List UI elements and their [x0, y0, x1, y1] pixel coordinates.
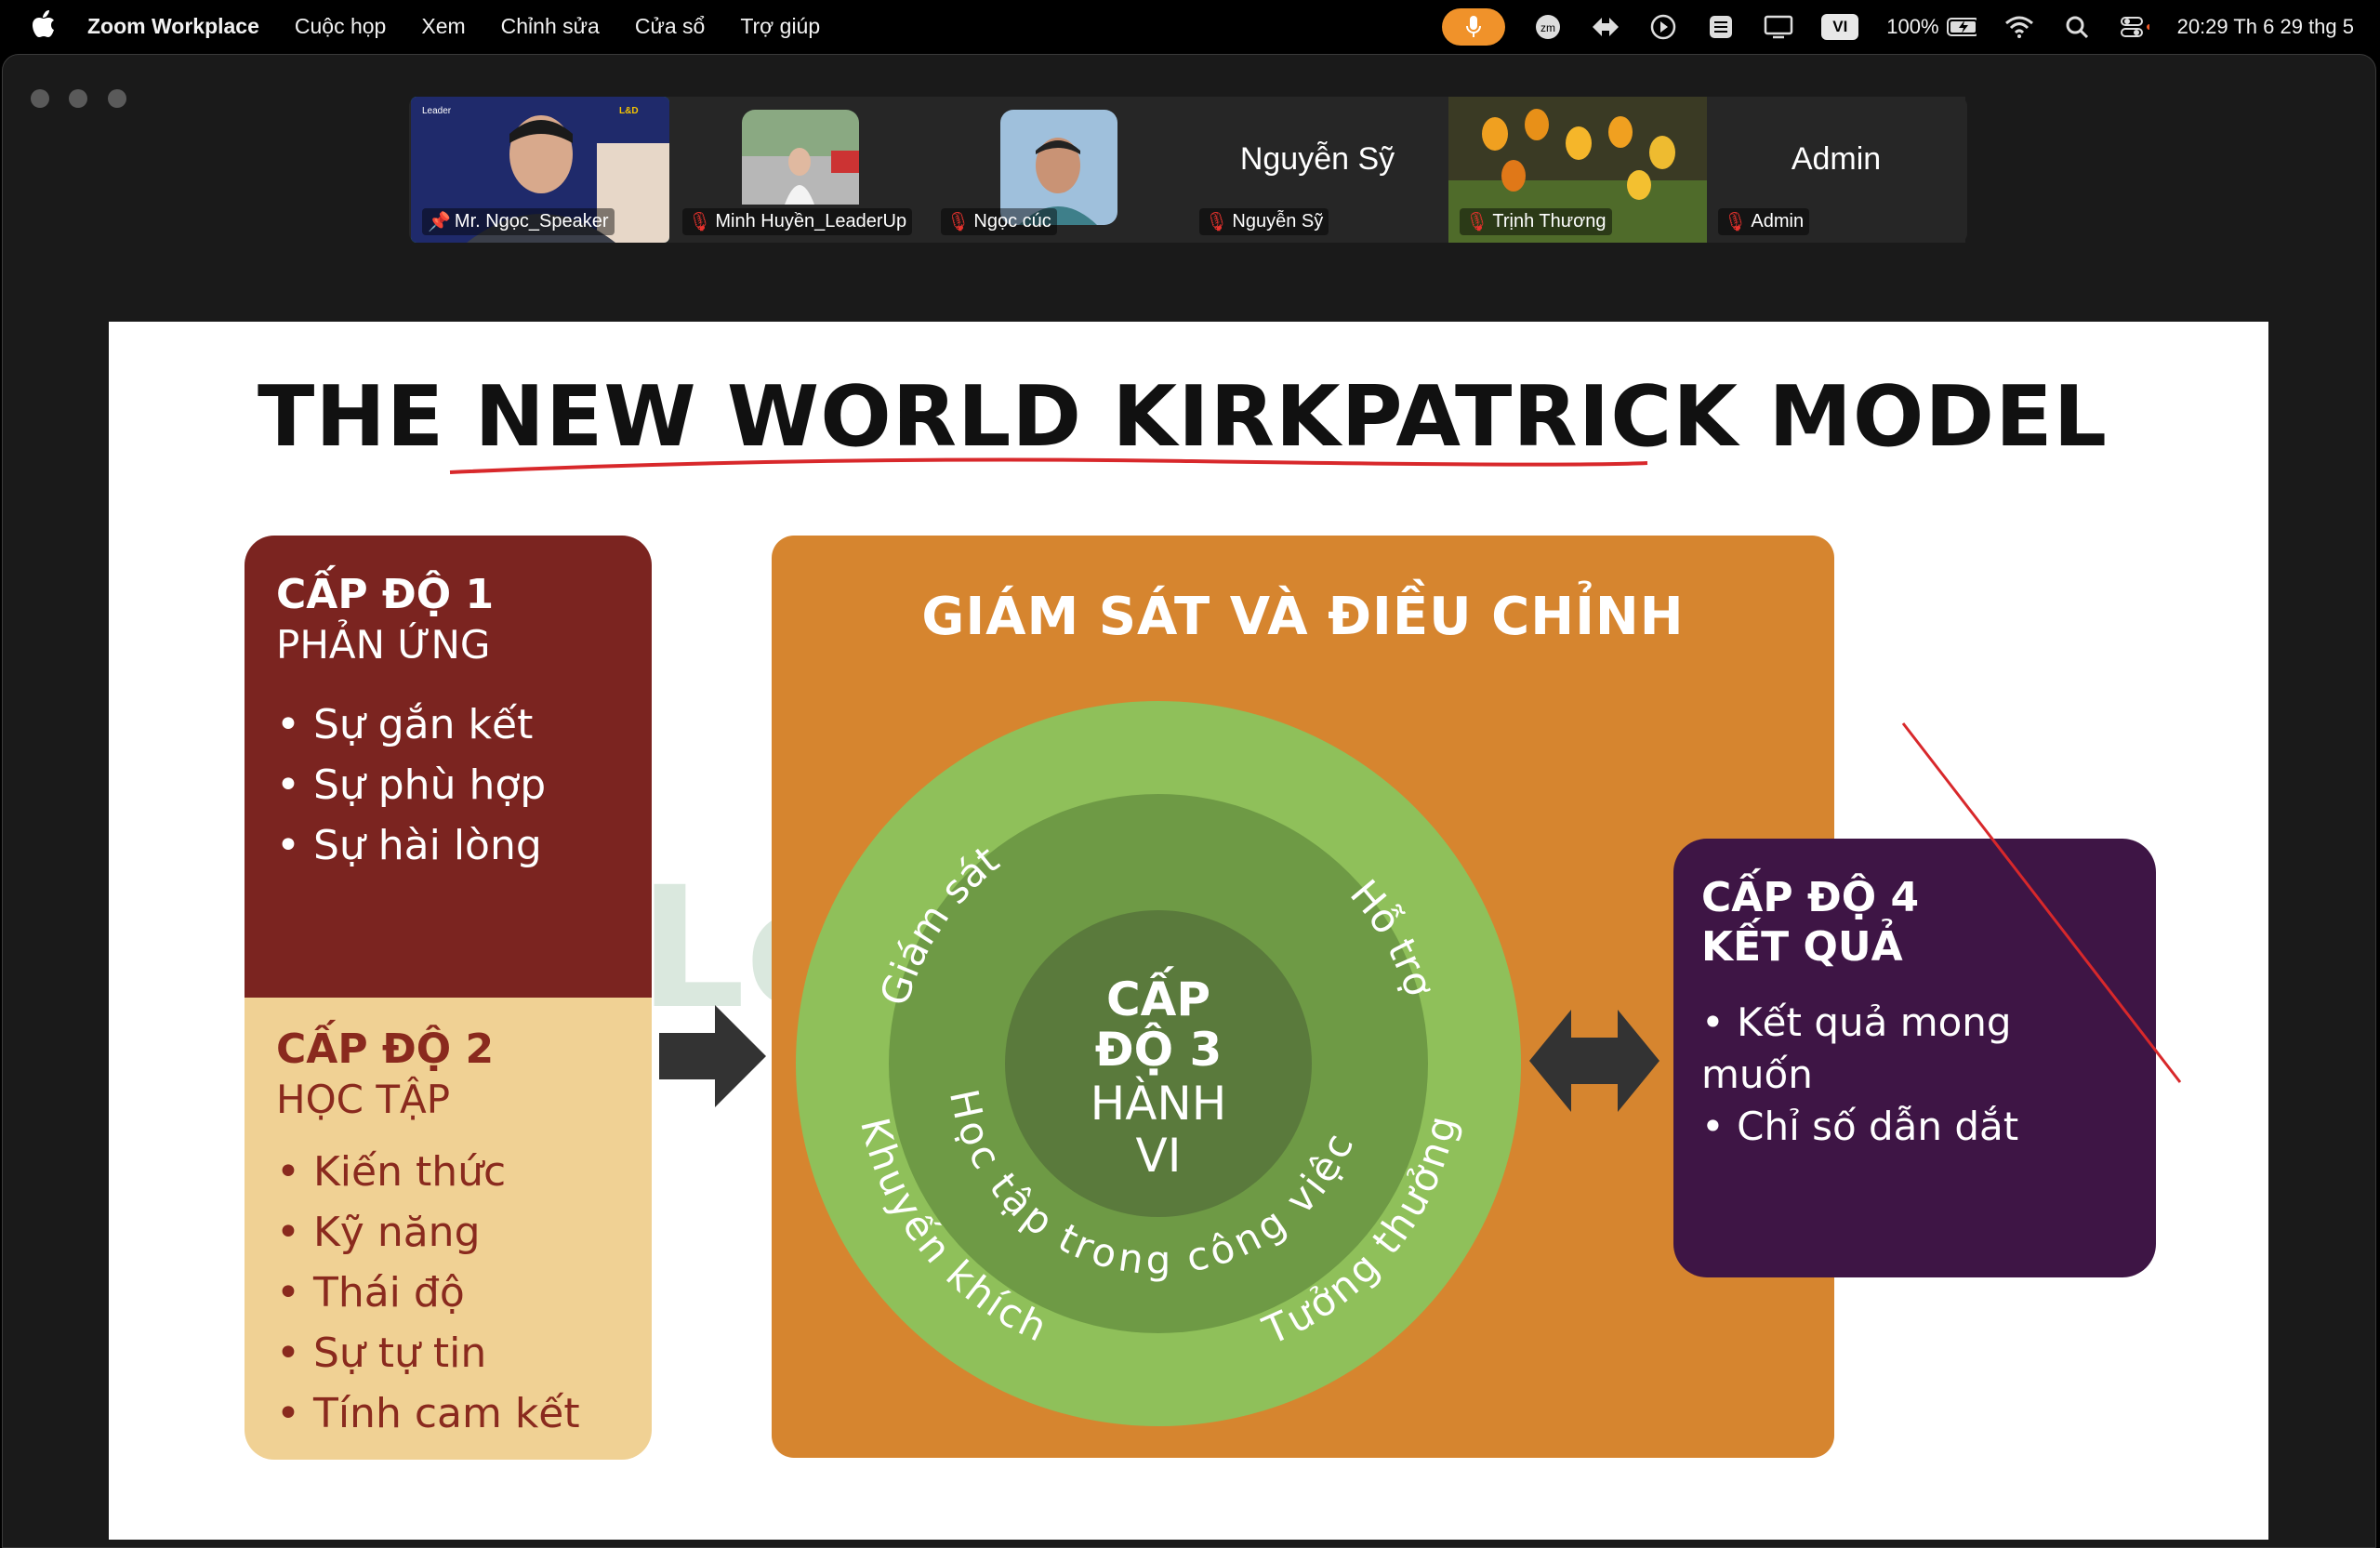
list-icon[interactable] [1706, 12, 1736, 42]
menu-item-meeting[interactable]: Cuộc họp [295, 14, 386, 39]
participant-tile-ngoc-cuc[interactable]: 🎙 Ngọc cúc [930, 97, 1188, 243]
participant-name-label: 🎙 Admin [1718, 208, 1810, 235]
menu-item-window[interactable]: Cửa sổ [635, 14, 705, 39]
mic-in-use-icon[interactable] [1442, 7, 1506, 46]
share-direction-icon[interactable] [1591, 12, 1620, 42]
level-2-list: Kiến thức Kỹ năng Thái độ Sự tự tin Tính… [276, 1142, 620, 1444]
mic-muted-icon: 🎙 [946, 212, 971, 232]
list-item: Sự tự tin [276, 1323, 620, 1383]
participant-tile-trinh-thuong[interactable]: 🎙 Trịnh Thương [1448, 97, 1707, 243]
list-item: Thái độ [276, 1263, 620, 1323]
level-1-box: CẤP ĐỘ 1 PHẢN ỨNG Sự gắn kết Sự phù hợp … [245, 536, 652, 998]
menu-clock[interactable]: 20:29 Th 6 29 thg 5 [2177, 15, 2354, 39]
red-annotation-stroke [1901, 722, 2182, 1083]
participant-name-label: 🎙 Minh Huyền_LeaderUp [682, 208, 913, 235]
window-minimize-button[interactable] [69, 89, 87, 108]
red-underline-annotation [449, 457, 1648, 474]
zoom-status-icon[interactable]: zm [1533, 12, 1563, 42]
level-3-circle-diagram: Giám sát Hỗ trợ Khuyến khích Tưởng thưởn… [796, 701, 1521, 1426]
wifi-icon[interactable] [2004, 12, 2034, 42]
core-label-line: VI [1136, 1129, 1182, 1183]
list-item: Chỉ số dẫn dắt [1701, 1101, 2128, 1153]
participant-tile-nguyen-sy[interactable]: Nguyễn Sỹ 🎙 Nguyễn Sỹ [1188, 97, 1447, 243]
core-label-line: ĐỘ 3 [1095, 1022, 1223, 1077]
list-item: Sự hài lòng [276, 815, 620, 876]
list-item: Sự phù hợp [276, 755, 620, 815]
level-2-box: CẤP ĐỘ 2 HỌC TẬP Kiến thức Kỹ năng Thái … [245, 998, 652, 1460]
mic-muted-icon: 🎙 [1465, 212, 1489, 232]
menu-item-view[interactable]: Xem [421, 14, 465, 39]
control-center-icon[interactable] [2120, 12, 2149, 42]
core-label-line: CẤP [1106, 966, 1210, 1026]
battery-charging-icon[interactable] [1946, 12, 1977, 42]
mic-muted-icon: 🎙 [688, 212, 712, 232]
list-item: Sự gắn kết [276, 695, 620, 755]
core-label-line: HÀNH [1091, 1076, 1227, 1131]
mic-muted-icon: 🎙 [1205, 212, 1229, 232]
level-2-subheading: HỌC TẬP [276, 1076, 451, 1122]
level-1-list: Sự gắn kết Sự phù hợp Sự hài lòng [276, 695, 620, 876]
svg-text:Leader: Leader [422, 106, 452, 116]
participant-tile-speaker[interactable]: Leader L&D 📌 Mr. Ngọc_Speaker [411, 97, 669, 243]
double-arrow-icon [1529, 1010, 1659, 1112]
input-source-badge[interactable]: VI [1821, 13, 1859, 40]
participant-name-label: 🎙 Ngọc cúc [941, 208, 1057, 235]
participant-name-label: 📌 Mr. Ngọc_Speaker [422, 208, 615, 235]
participant-name-label: 🎙 Nguyễn Sỹ [1199, 208, 1329, 235]
apple-logo-icon[interactable] [32, 9, 56, 39]
participant-tile-minh-huyen[interactable]: 🎙 Minh Huyền_LeaderUp [671, 97, 930, 243]
list-item: Kỹ năng [276, 1202, 620, 1263]
search-icon[interactable] [2062, 12, 2092, 42]
mic-muted-icon: 🎙 [1724, 212, 1748, 232]
participant-display-name: Nguyễn Sỹ [1239, 141, 1395, 177]
window-close-button[interactable] [31, 89, 49, 108]
participant-strip: Leader L&D 📌 Mr. Ngọc_Speaker 🎙 Minh Huy… [409, 97, 1967, 243]
play-icon[interactable] [1648, 12, 1678, 42]
level-1-heading: CẤP ĐỘ 1 [276, 571, 495, 618]
battery-percent: 100% [1886, 14, 1939, 38]
display-icon[interactable] [1764, 12, 1793, 42]
level-2-heading: CẤP ĐỘ 2 [276, 1025, 495, 1073]
menu-app-name[interactable]: Zoom Workplace [87, 14, 259, 39]
right-arrow-icon [659, 1005, 766, 1107]
shared-screen-slide[interactable]: THE NEW WORLD KIRKPATRICK MODEL Leader C… [109, 322, 2268, 1540]
list-item: Tính cam kết [276, 1383, 620, 1444]
center-title: GIÁM SÁT VÀ ĐIỀU CHỈNH [921, 587, 1685, 647]
window-zoom-button[interactable] [108, 89, 126, 108]
status-area: zm VI 100% 20:29 Th 6 29 thg 5 [1442, 0, 2354, 53]
participant-photo [742, 110, 859, 205]
pin-icon: 📌 [428, 212, 451, 232]
svg-text:L&D: L&D [619, 106, 639, 116]
level-1-subheading: PHẢN ỨNG [276, 621, 491, 668]
menu-bar: Zoom Workplace Cuộc họp Xem Chỉnh sửa Cử… [0, 0, 2380, 53]
svg-text:zm: zm [1540, 21, 1555, 34]
list-item: Kiến thức [276, 1142, 620, 1202]
menu-item-edit[interactable]: Chỉnh sửa [501, 14, 600, 39]
menu-item-help[interactable]: Trợ giúp [740, 14, 820, 39]
participant-display-name: Admin [1791, 141, 1882, 177]
participant-name-label: 🎙 Trịnh Thương [1460, 208, 1612, 235]
participant-tile-admin[interactable]: Admin 🎙 Admin [1707, 97, 1965, 243]
